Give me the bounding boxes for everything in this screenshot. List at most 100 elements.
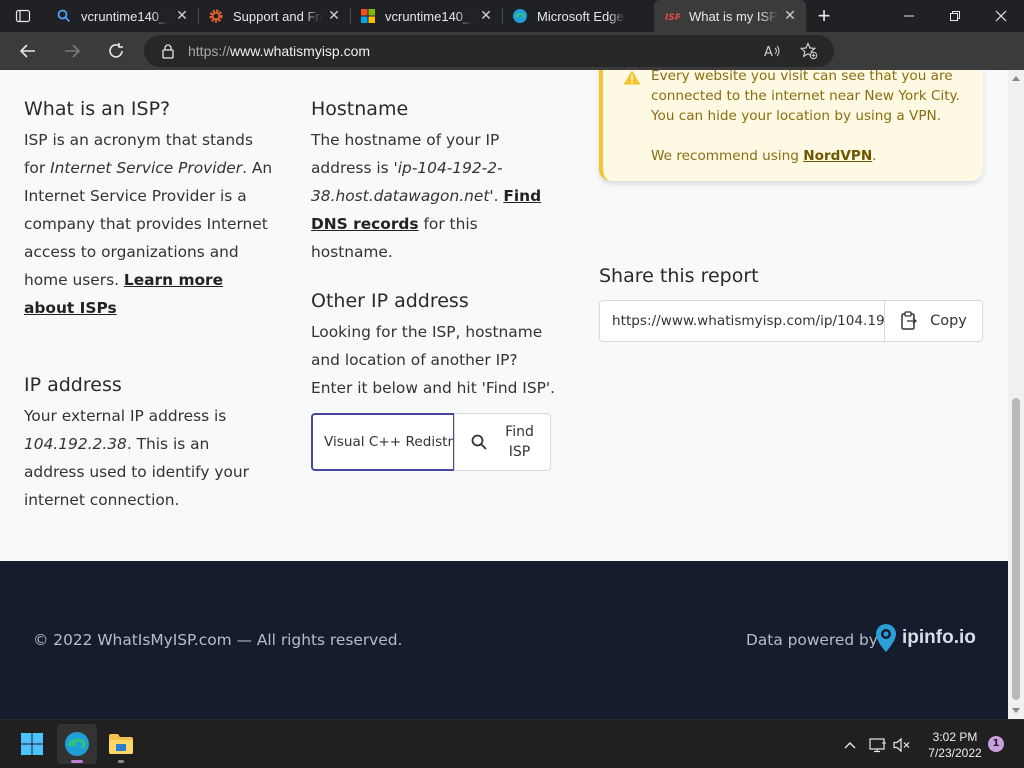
other-ip-description: Looking for the ISP, hostname and locati… [311, 323, 555, 397]
tab-title: Support and Fre [233, 8, 322, 24]
browser-tab[interactable]: Support and Fre ✕ [198, 0, 350, 32]
tab-title: What is my ISP - [689, 8, 778, 24]
nordvpn-link[interactable]: NordVPN [803, 148, 872, 164]
copyright-text: © 2022 WhatIsMyISP.com — All rights rese… [33, 631, 403, 649]
warning-triangle-icon [623, 70, 641, 89]
close-tab-icon[interactable]: ✕ [326, 8, 342, 24]
clock-time: 3:02 PM [932, 730, 978, 744]
ip-address-description: Your external IP address is 104.192.2.38… [24, 407, 249, 509]
close-window-button[interactable] [978, 0, 1024, 32]
page-viewport: Every website you visit can see that you… [0, 70, 1008, 719]
scroll-down-arrow-icon[interactable] [1012, 708, 1020, 713]
start-button[interactable] [12, 724, 52, 764]
warning-text: Every website you visit can see that you… [651, 70, 960, 164]
window-controls [886, 0, 1024, 32]
system-clock[interactable]: 3:02 PM 7/23/2022 [918, 729, 992, 761]
ip-address-section: IP address Your external IP address is 1… [24, 372, 274, 514]
tab-actions-button[interactable] [0, 0, 46, 32]
minimize-button[interactable] [886, 0, 932, 32]
svg-text:A: A [764, 45, 773, 59]
active-app-indicator [71, 760, 83, 763]
hostname-heading: Hostname [311, 98, 409, 120]
tab-title: Microsoft Edge [537, 8, 624, 24]
notification-count-badge[interactable]: 1 [988, 736, 1004, 752]
edge-icon [65, 732, 89, 756]
scroll-up-arrow-icon[interactable] [1012, 76, 1020, 81]
ip-lookup-input[interactable]: Visual C++ Redistri [311, 413, 455, 471]
ipinfo-brand-text: ipinfo.io [902, 627, 976, 648]
location-warning-box: Every website you visit can see that you… [599, 70, 983, 181]
folder-icon [109, 734, 133, 754]
tab-actions-icon [15, 9, 31, 23]
share-heading: Share this report [599, 265, 759, 287]
clock-date: 7/23/2022 [928, 746, 982, 760]
forward-button[interactable] [50, 32, 94, 70]
ip-address-heading: IP address [24, 374, 122, 396]
browser-toolbar: https://www.whatismyisp.com A [0, 32, 1024, 94]
copy-label: Copy [930, 313, 967, 329]
browser-tab[interactable]: Microsoft Edge [502, 0, 654, 32]
scrollbar-thumb[interactable] [1012, 398, 1020, 700]
close-icon [995, 10, 1007, 22]
chevron-up-icon [844, 741, 856, 748]
tab-title: vcruntime140_1 [81, 8, 170, 24]
volume-muted-icon[interactable] [890, 720, 914, 768]
gear-icon [208, 8, 224, 24]
windows-logo-icon [21, 733, 43, 755]
windows-taskbar: 3:02 PM 7/23/2022 [0, 719, 1024, 768]
lock-icon[interactable] [162, 43, 174, 59]
browser-tab-active[interactable]: ISP What is my ISP - ✕ [654, 0, 806, 32]
copy-button[interactable]: Copy [885, 301, 982, 341]
tab-title: vcruntime140_1 [385, 8, 474, 24]
new-tab-button[interactable]: + [806, 0, 842, 32]
data-powered-by-text: Data powered by [746, 631, 878, 649]
close-tab-icon[interactable]: ✕ [174, 8, 190, 24]
share-url-box: https://www.whatismyisp.com/ip/104.192..… [599, 300, 983, 342]
back-button[interactable] [6, 32, 50, 70]
clipboard-icon [901, 311, 918, 330]
forward-arrow-icon [65, 44, 81, 58]
close-tab-icon[interactable] [630, 8, 646, 24]
isp-heading: What is an ISP? [24, 98, 171, 120]
network-icon[interactable] [866, 720, 890, 768]
other-ip-heading: Other IP address [311, 290, 469, 312]
browser-tab[interactable]: vcruntime140_1 ✕ [46, 0, 198, 32]
isp-section: What is an ISP? ISP is an acronym that s… [24, 96, 274, 322]
restore-button[interactable] [932, 0, 978, 32]
search-icon [471, 434, 487, 450]
url-host: www.whatismyisp.com [230, 43, 371, 59]
show-hidden-icons-button[interactable] [838, 720, 862, 768]
back-arrow-icon [19, 44, 35, 58]
page-scrollbar[interactable] [1008, 70, 1024, 719]
taskbar-file-explorer-app[interactable] [101, 724, 141, 764]
find-isp-label: Find ISP [505, 424, 534, 460]
tab-strip: vcruntime140_1 ✕ Support and Fre ✕ vcrun… [0, 0, 1024, 32]
isp-description: ISP is an acronym that stands for Intern… [24, 131, 273, 317]
refresh-button[interactable] [94, 32, 138, 70]
browser-tab[interactable]: vcruntime140_1 ✕ [350, 0, 502, 32]
close-tab-icon[interactable]: ✕ [478, 8, 494, 24]
find-isp-button[interactable]: Find ISP [454, 413, 551, 471]
read-aloud-icon[interactable]: A [756, 35, 790, 67]
hostname-section: Hostname The hostname of your IP address… [311, 96, 559, 266]
refresh-icon [109, 43, 123, 58]
ipinfo-pin-icon [876, 624, 896, 652]
open-app-indicator [118, 760, 124, 763]
add-favorite-icon[interactable] [792, 35, 826, 67]
edge-icon [512, 8, 528, 24]
close-tab-icon[interactable]: ✕ [782, 8, 798, 24]
share-section: Share this report [599, 263, 983, 289]
url-protocol: https:// [188, 43, 231, 59]
search-icon [56, 8, 72, 24]
address-bar[interactable]: https://www.whatismyisp.com A [144, 35, 834, 67]
restore-icon [950, 11, 960, 21]
site-footer: © 2022 WhatIsMyISP.com — All rights rese… [0, 561, 1008, 719]
other-ip-section: Other IP address Looking for the ISP, ho… [311, 288, 559, 402]
taskbar-edge-app[interactable] [57, 724, 97, 764]
ipinfo-logo[interactable]: ipinfo.io [875, 623, 976, 653]
isp-favicon-icon: ISP [664, 8, 680, 24]
share-url-field[interactable]: https://www.whatismyisp.com/ip/104.192..… [600, 301, 885, 341]
minimize-icon [904, 15, 914, 17]
hostname-description: The hostname of your IP address is 'ip-1… [311, 131, 542, 261]
microsoft-logo-icon [360, 8, 376, 24]
